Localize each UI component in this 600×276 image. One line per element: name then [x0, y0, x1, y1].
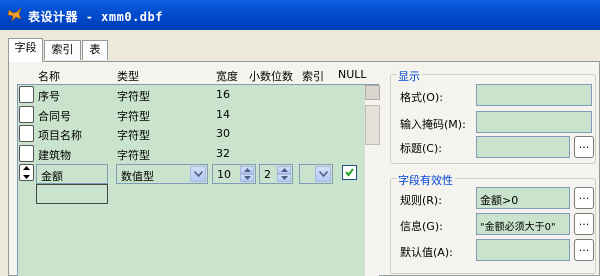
field-name-input[interactable]: 金额 [36, 164, 108, 184]
field-name[interactable]: 项目名称 [38, 127, 82, 143]
display-group-legend: 显示 [396, 68, 422, 84]
field-width[interactable]: 16 [216, 88, 230, 101]
message-value: "金额必须大于0" [480, 222, 556, 233]
format-input[interactable] [476, 84, 592, 106]
field-width[interactable]: 14 [216, 108, 230, 121]
field-name[interactable]: 建筑物 [38, 147, 71, 163]
column-header-name: 名称 [38, 70, 60, 83]
field-name[interactable]: 合同号 [38, 108, 71, 124]
message-input[interactable]: "金额必须大于0" [476, 213, 570, 235]
field-type-select[interactable]: 数值型 [116, 164, 208, 184]
field-width-spinner[interactable]: 10 [212, 164, 256, 184]
field-type[interactable]: 字符型 [117, 147, 150, 163]
caption-builder-button[interactable]: ... [574, 136, 594, 158]
validation-group-legend: 字段有效性 [396, 172, 455, 188]
column-header-index: 索引 [302, 70, 324, 83]
spinner-buttons[interactable] [277, 166, 291, 182]
row-move-handle[interactable] [19, 164, 34, 181]
default-value-label: 默认值(A): [400, 246, 453, 259]
tab-label: 表 [89, 43, 101, 56]
field-width[interactable]: 30 [216, 127, 230, 140]
spinner-down-icon[interactable] [240, 174, 254, 182]
row-selector[interactable] [19, 106, 34, 123]
chevron-down-icon[interactable] [315, 166, 331, 182]
scroll-up-arrow[interactable] [365, 85, 380, 100]
field-type[interactable]: 字符型 [117, 127, 150, 143]
input-mask-input[interactable] [476, 111, 592, 133]
field-index-select[interactable] [299, 164, 333, 184]
spinner-buttons[interactable] [240, 166, 254, 182]
tab-label: 字段 [14, 41, 37, 54]
field-width-value: 10 [217, 168, 231, 181]
checkmark-icon [345, 168, 354, 177]
field-type[interactable]: 字符型 [117, 108, 150, 124]
window-title: 表设计器 - xmm0.dbf [28, 10, 163, 24]
caption-input[interactable] [476, 136, 570, 158]
default-value-builder-button[interactable]: ... [574, 239, 594, 261]
move-updown-icon [23, 166, 30, 179]
format-label: 格式(O): [400, 91, 443, 104]
row-selector[interactable] [19, 145, 34, 162]
field-width[interactable]: 32 [216, 147, 230, 160]
column-header-null: NULL [338, 68, 367, 81]
field-type-value: 数值型 [121, 170, 154, 183]
message-builder-button[interactable]: ... [574, 213, 594, 235]
field-name[interactable]: 序号 [38, 88, 60, 104]
vertical-scrollbar[interactable] [364, 85, 380, 276]
spinner-up-icon[interactable] [277, 166, 291, 174]
column-header-width: 宽度 [216, 70, 238, 83]
rule-input[interactable]: 金额>0 [476, 187, 570, 209]
column-header-decimal: 小数位数 [249, 70, 293, 83]
row-selector[interactable] [19, 86, 34, 103]
field-name-input-shadow [36, 184, 108, 204]
default-value-input[interactable] [476, 239, 570, 261]
rule-builder-button[interactable]: ... [574, 187, 594, 209]
rule-value: 金额>0 [480, 194, 519, 207]
field-name-value: 金额 [41, 170, 63, 183]
field-type[interactable]: 字符型 [117, 88, 150, 104]
scroll-thumb[interactable] [365, 105, 380, 145]
caption-label: 标题(C): [400, 142, 442, 155]
column-header-type: 类型 [117, 70, 139, 83]
input-mask-label: 输入掩码(M): [400, 118, 466, 131]
rule-label: 规则(R): [400, 194, 442, 207]
spinner-up-icon[interactable] [240, 166, 254, 174]
tab-fields[interactable]: 字段 [8, 38, 43, 62]
spinner-down-icon[interactable] [277, 174, 291, 182]
tab-label: 索引 [51, 43, 74, 56]
null-checkbox[interactable] [342, 165, 357, 180]
message-label: 信息(G): [400, 220, 443, 233]
title-bar[interactable]: 表设计器 - xmm0.dbf [0, 0, 600, 30]
row-selector[interactable] [19, 125, 34, 142]
field-decimal-spinner[interactable]: 2 [259, 164, 293, 184]
tab-indexes[interactable]: 索引 [44, 40, 81, 60]
chevron-down-icon[interactable] [190, 166, 206, 182]
tab-table[interactable]: 表 [82, 40, 108, 60]
fox-icon [7, 7, 22, 22]
field-decimal-value: 2 [264, 168, 271, 181]
